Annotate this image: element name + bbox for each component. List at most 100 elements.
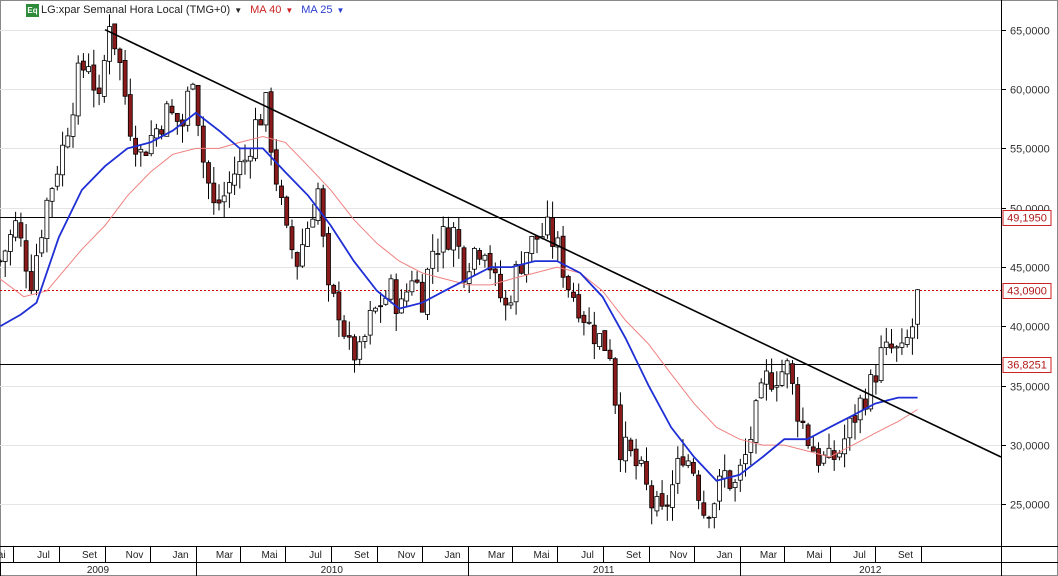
- trendline: [104, 28, 1002, 458]
- candle-body: [211, 182, 217, 204]
- candle-body: [654, 496, 660, 512]
- candle-body: [148, 134, 154, 155]
- candle-body: [367, 309, 373, 336]
- candle-body: [691, 461, 696, 474]
- candle-body: [221, 195, 227, 203]
- candle-body: [743, 454, 748, 465]
- candle-body: [153, 128, 159, 139]
- candle-body: [899, 342, 905, 348]
- candle-body: [878, 347, 884, 382]
- candle-body: [451, 226, 457, 251]
- candle-body: [701, 502, 707, 516]
- candle-body: [326, 233, 331, 286]
- candle-body: [461, 247, 467, 283]
- candle-body: [904, 337, 910, 345]
- candle-body: [612, 358, 618, 406]
- candle-body: [440, 226, 446, 253]
- y-tick-label: 25,0000: [1010, 500, 1050, 512]
- candle-body: [628, 439, 634, 452]
- candle-body: [915, 289, 920, 325]
- candle-body: [607, 349, 613, 360]
- candle-body: [0, 260, 3, 263]
- candle-body: [842, 438, 847, 455]
- candle-body: [638, 459, 644, 464]
- candle-body: [519, 264, 524, 274]
- candle-body: [159, 129, 165, 135]
- candle-body: [837, 452, 842, 458]
- month-tick-label: Set: [82, 550, 97, 561]
- month-tick-label: Jul: [37, 550, 50, 561]
- candle-body: [685, 460, 691, 466]
- candle-body: [279, 185, 284, 199]
- candle-body: [675, 458, 681, 484]
- candle-body: [894, 346, 900, 349]
- candle-body: [13, 220, 19, 238]
- candle-body: [117, 48, 123, 63]
- candle-body: [200, 125, 206, 163]
- candle-body: [86, 66, 91, 73]
- candle-body: [28, 271, 34, 292]
- candle-body: [393, 279, 399, 315]
- y-tick-label: 30,0000: [1010, 441, 1050, 453]
- y-tick-label: 55,0000: [1010, 144, 1050, 156]
- candle-body: [711, 503, 717, 518]
- candle-body: [357, 341, 363, 360]
- candle-body: [419, 281, 425, 313]
- candle-body: [226, 182, 232, 194]
- candle-body: [398, 298, 404, 314]
- candle-body: [482, 254, 488, 261]
- candle-body: [847, 417, 853, 439]
- year-tick-label: 2011: [593, 565, 615, 576]
- month-tick-label: Jan: [716, 550, 732, 561]
- candle-body: [174, 113, 180, 122]
- candle-body: [49, 188, 55, 202]
- candle-body: [727, 470, 733, 489]
- candle-body: [127, 94, 133, 137]
- month-tick-label: Mar: [760, 550, 778, 561]
- candle-body: [294, 252, 300, 267]
- candle-body: [101, 60, 107, 97]
- ma25-line: [0, 111, 918, 482]
- candle-body: [680, 456, 686, 466]
- candle-body: [795, 384, 801, 422]
- candle-body: [39, 237, 45, 254]
- candle-body: [706, 516, 712, 519]
- candle-body: [122, 60, 128, 97]
- y-tick-label: 60,0000: [1010, 85, 1050, 97]
- candle-body: [800, 420, 806, 424]
- candle-body: [404, 291, 410, 302]
- candle-body: [190, 83, 196, 90]
- y-tick-label: 65,0000: [1010, 26, 1050, 38]
- month-tick-label: Mar: [216, 550, 234, 561]
- month-tick-label: Jan: [172, 550, 188, 561]
- month-tick-label: Mai: [261, 550, 277, 561]
- candle-body: [91, 64, 97, 91]
- candle-body: [169, 105, 175, 114]
- candle-body: [477, 250, 483, 260]
- candle-body: [810, 446, 816, 452]
- candle-body: [336, 291, 342, 321]
- candle-body: [352, 336, 357, 361]
- candle-body: [857, 397, 863, 421]
- candle-body: [18, 222, 24, 239]
- candle-body: [618, 404, 623, 461]
- candle-body: [346, 335, 352, 338]
- candlestick-chart[interactable]: 25,000030,000035,000040,000045,000050,00…: [0, 0, 1058, 576]
- month-tick-label: Set: [354, 550, 369, 561]
- candle-body: [143, 151, 149, 157]
- candle-body: [586, 321, 592, 324]
- y-tick-label: 35,0000: [1010, 382, 1050, 394]
- candle-body: [784, 360, 790, 375]
- month-tick-label: Nov: [398, 550, 416, 561]
- candle-body: [263, 92, 269, 126]
- candle-body: [764, 370, 769, 385]
- year-tick-label: 2012: [859, 565, 882, 576]
- candle-body: [852, 415, 858, 423]
- candle-body: [623, 436, 628, 462]
- candle-body: [54, 173, 60, 187]
- candle-body: [23, 240, 29, 272]
- candle-body: [503, 297, 509, 306]
- candle-body: [372, 307, 378, 312]
- candle-body: [883, 341, 889, 349]
- candle-body: [602, 330, 608, 352]
